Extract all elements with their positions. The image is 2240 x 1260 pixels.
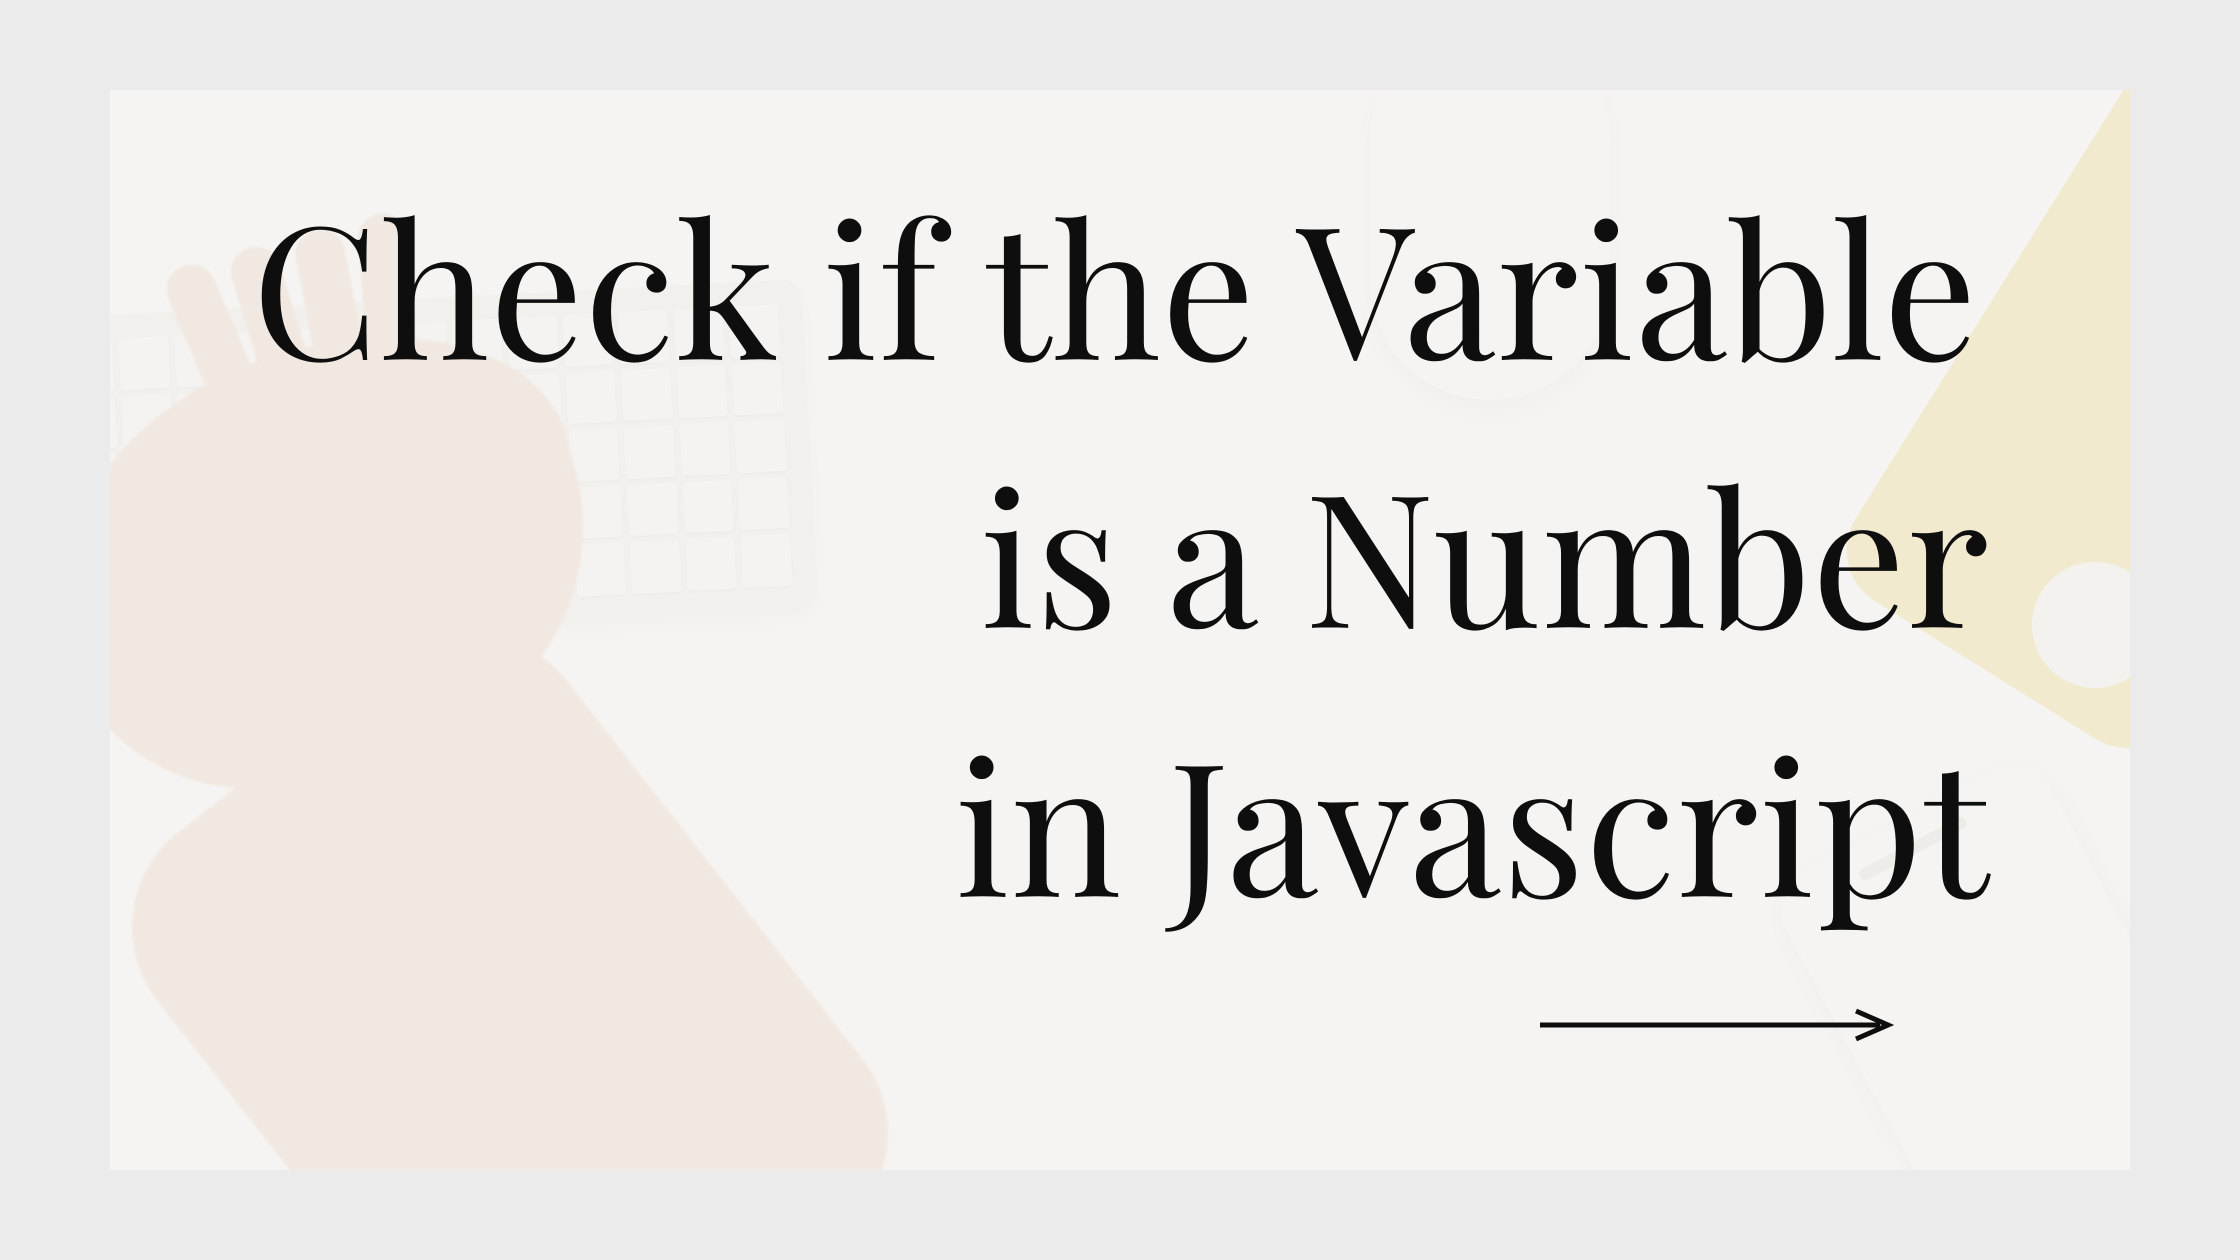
title-line-1: Check if the Variable xyxy=(140,150,2070,418)
arrow-icon xyxy=(1540,1005,1900,1050)
page-title: Check if the Variable is a Number in Jav… xyxy=(140,150,2070,955)
title-line-2: is a Number xyxy=(140,418,2070,686)
title-line-3: in Javascript xyxy=(140,687,2070,955)
hero-card: Check if the Variable is a Number in Jav… xyxy=(110,90,2130,1170)
title-content: Check if the Variable is a Number in Jav… xyxy=(110,90,2130,1170)
